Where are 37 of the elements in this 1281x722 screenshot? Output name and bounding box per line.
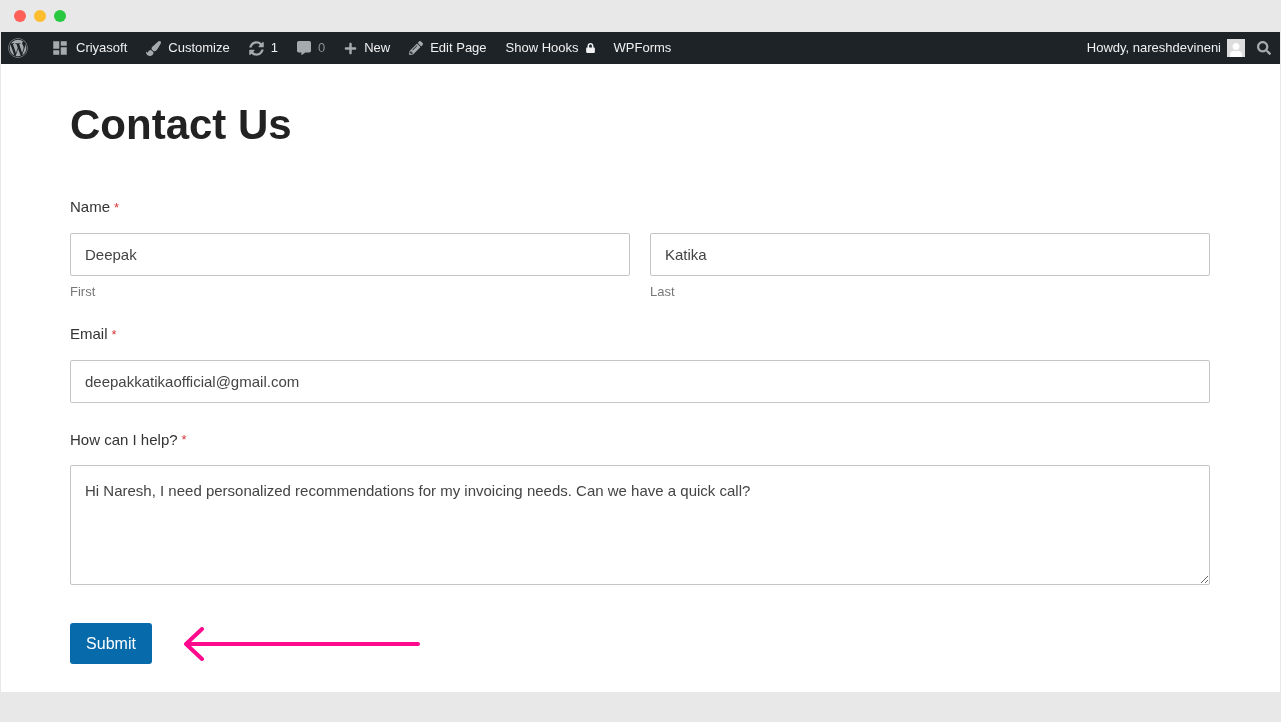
- wordpress-logo-icon[interactable]: [8, 38, 28, 58]
- refresh-icon: [248, 40, 264, 56]
- admin-bar-link[interactable]: New: [364, 38, 391, 58]
- text-input[interactable]: Deepak: [70, 232, 630, 276]
- field-sublabel: First: [70, 282, 97, 301]
- greeting-link[interactable]: Howdy, nareshdevineni: [1086, 38, 1221, 58]
- page-title: Contact Us: [70, 104, 293, 146]
- admin-bar-link[interactable]: 1: [270, 38, 278, 58]
- search-icon[interactable]: [1257, 41, 1271, 55]
- close-window-icon[interactable]: [14, 10, 26, 22]
- comment-icon: [296, 41, 311, 55]
- field-label: Email: [70, 324, 108, 344]
- admin-bar-link[interactable]: WPForms: [613, 38, 672, 58]
- field-sublabel: Last: [650, 282, 676, 301]
- dashboard-icon: [51, 39, 69, 57]
- required-asterisk: *: [114, 198, 120, 217]
- brush-icon: [146, 40, 162, 56]
- required-asterisk: *: [181, 431, 187, 449]
- admin-bar-link[interactable]: Show Hooks: [505, 38, 579, 58]
- required-asterisk: *: [111, 325, 117, 344]
- field-label: Name: [70, 197, 110, 217]
- pointing-arrow-icon: [182, 626, 420, 661]
- pencil-icon: [409, 41, 424, 55]
- plus-icon: [344, 41, 358, 55]
- text-input[interactable]: Katika: [650, 232, 1210, 276]
- avatar-icon: [1227, 39, 1245, 57]
- maximize-window-icon[interactable]: [54, 10, 66, 22]
- message-textarea[interactable]: Hi Naresh, I need personalized recommendations for my invoicing needs. Can we have a quick call?: [70, 465, 1210, 585]
- email-input[interactable]: deepakkatikaofficial@gmail.com: [70, 359, 1210, 403]
- submit-button[interactable]: Submit: [70, 623, 152, 664]
- admin-bar-link[interactable]: Edit Page: [430, 38, 487, 58]
- minimize-window-icon[interactable]: [34, 10, 46, 22]
- field-label: How can I help?: [70, 429, 178, 450]
- lock-icon: [585, 43, 595, 53]
- admin-bar-link[interactable]: Customize: [168, 38, 230, 58]
- admin-bar-link[interactable]: Criyasoft: [76, 38, 128, 58]
- admin-bar-link[interactable]: 0: [317, 38, 326, 58]
